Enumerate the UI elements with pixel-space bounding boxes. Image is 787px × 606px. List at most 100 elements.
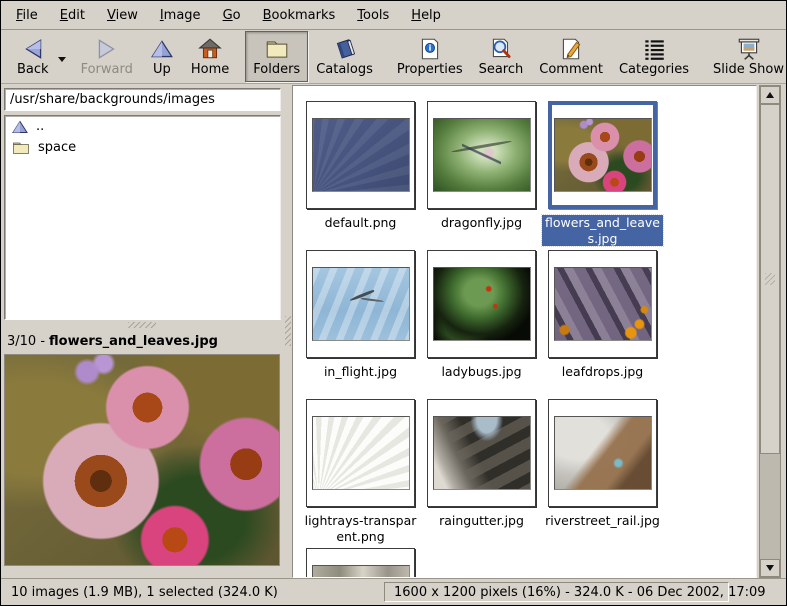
thumbnail-label: flowers_and_leaves.jpg — [542, 215, 663, 246]
thumbnail-item-selected[interactable]: flowers_and_leaves.jpg — [542, 99, 663, 240]
splitter-grip-icon — [128, 322, 156, 328]
menu-bookmarks[interactable]: Bookmarks — [252, 4, 347, 27]
folder-item-parent[interactable]: .. — [5, 116, 280, 137]
thumbnail-pane: default.png dragonfly.jpg flowers_and_le… — [292, 85, 757, 578]
back-button[interactable]: Back — [9, 31, 57, 82]
scrollbar-grip-icon — [765, 273, 775, 285]
document-info-icon — [417, 35, 443, 62]
search-icon — [488, 35, 514, 62]
vertical-splitter[interactable] — [283, 84, 292, 579]
comment-label: Comment — [539, 62, 603, 77]
properties-label: Properties — [397, 62, 463, 77]
menu-image[interactable]: Image — [149, 4, 212, 27]
thumbnail-image — [312, 416, 410, 490]
gthumb-window: File Edit View Image Go Bookmarks Tools … — [0, 0, 787, 606]
menu-tools[interactable]: Tools — [346, 4, 400, 27]
thumbnail-label: default.png — [325, 215, 397, 231]
projector-screen-icon — [736, 35, 762, 62]
statusbar-image-info-text: 1600 x 1200 pixels (16%) - 324.0 K - 06 … — [394, 585, 766, 600]
vertical-scrollbar[interactable] — [759, 85, 781, 578]
thumbnail-item[interactable]: riverstreet_rail.jpg — [542, 397, 663, 538]
thumbnail-item[interactable]: in_flight.jpg — [300, 248, 421, 389]
scroll-up-button[interactable] — [760, 86, 780, 104]
thumbnail-image — [554, 118, 652, 192]
categories-label: Categories — [619, 62, 689, 77]
folder-icon — [264, 35, 290, 62]
thumbnail-label: riverstreet_rail.jpg — [545, 513, 660, 529]
thumbnail-label: raingutter.jpg — [439, 513, 524, 529]
menu-go[interactable]: Go — [212, 4, 252, 27]
folder-list: .. space — [4, 115, 281, 320]
folders-button[interactable]: Folders — [245, 31, 308, 82]
scroll-down-button[interactable] — [760, 559, 780, 577]
back-arrow-icon — [20, 35, 46, 62]
chevron-down-icon — [57, 55, 67, 63]
up-label: Up — [153, 62, 171, 77]
scrollbar-thumb[interactable] — [760, 104, 780, 454]
thumbnail-item[interactable]: ladybugs.jpg — [421, 248, 542, 389]
up-button[interactable]: Up — [141, 31, 183, 82]
forward-label: Forward — [81, 62, 133, 77]
thumbnail-image — [312, 267, 410, 341]
catalogs-button[interactable]: Catalogs — [308, 31, 381, 82]
search-button[interactable]: Search — [471, 31, 532, 82]
statusbar-summary: 10 images (1.9 MB), 1 selected (324.0 K) — [1, 585, 384, 600]
thumbnail-item[interactable]: lightrays-transparent.png — [300, 397, 421, 538]
up-arrow-icon — [149, 35, 175, 62]
sidebar: .. space 3/10 - flowers_and_leaves.jpg — [1, 84, 283, 579]
thumbnail-image — [554, 267, 652, 341]
image-position-text: 3/10 - — [7, 334, 45, 349]
folder-item-label: .. — [36, 119, 44, 134]
book-icon — [332, 35, 358, 62]
thumbnail-item[interactable] — [300, 546, 421, 578]
arrow-up-icon — [765, 91, 775, 99]
folder-item-space[interactable]: space — [5, 137, 280, 158]
toolbar: Back Forward Up Home — [1, 30, 786, 84]
horizontal-splitter[interactable] — [1, 320, 283, 330]
menu-view[interactable]: View — [96, 4, 149, 27]
thumbnail-item[interactable]: dragonfly.jpg — [421, 99, 542, 240]
back-label: Back — [17, 62, 49, 77]
selected-filename: flowers_and_leaves.jpg — [49, 334, 218, 349]
menu-file[interactable]: File — [5, 4, 49, 27]
document-edit-icon — [558, 35, 584, 62]
thumbnail-image — [312, 565, 410, 578]
arrow-down-icon — [765, 564, 775, 572]
slide-show-label: Slide Show — [713, 62, 784, 77]
comment-button[interactable]: Comment — [531, 31, 611, 82]
thumbnail-item[interactable]: raingutter.jpg — [421, 397, 542, 538]
menu-help[interactable]: Help — [400, 4, 452, 27]
thumbnail-image — [433, 118, 531, 192]
thumbnail-grid: default.png dragonfly.jpg flowers_and_le… — [293, 86, 756, 578]
list-icon — [641, 35, 667, 62]
path-input[interactable] — [4, 88, 281, 111]
splitter-grip-icon — [285, 316, 291, 346]
forward-button[interactable]: Forward — [73, 31, 141, 82]
search-label: Search — [479, 62, 524, 77]
home-label: Home — [191, 62, 229, 77]
statusbar-image-info: 1600 x 1200 pixels (16%) - 324.0 K - 06 … — [384, 582, 729, 602]
thumbnail-label: in_flight.jpg — [324, 364, 397, 380]
thumbnail-item[interactable]: default.png — [300, 99, 421, 240]
thumbnail-item[interactable]: leafdrops.jpg — [542, 248, 663, 389]
categories-button[interactable]: Categories — [611, 31, 697, 82]
folders-label: Folders — [253, 62, 300, 77]
image-position-status: 3/10 - flowers_and_leaves.jpg — [7, 331, 281, 352]
properties-button[interactable]: Properties — [389, 31, 471, 82]
home-button[interactable]: Home — [183, 31, 237, 82]
catalogs-label: Catalogs — [316, 62, 373, 77]
thumbnail-label: leafdrops.jpg — [562, 364, 643, 380]
thumbnail-image — [433, 416, 531, 490]
slide-show-button[interactable]: Slide Show — [705, 31, 787, 82]
menu-edit[interactable]: Edit — [49, 4, 96, 27]
forward-arrow-icon — [94, 35, 120, 62]
image-preview — [4, 354, 280, 566]
thumbnail-label: dragonfly.jpg — [441, 215, 522, 231]
thumbnail-label: ladybugs.jpg — [441, 364, 521, 380]
thumbnail-image — [433, 267, 531, 341]
statusbar: 10 images (1.9 MB), 1 selected (324.0 K)… — [1, 578, 786, 605]
back-dropdown-button[interactable] — [57, 35, 67, 82]
up-triangle-icon — [12, 120, 28, 134]
thumbnail-label: lightrays-transparent.png — [301, 513, 420, 544]
home-icon — [197, 35, 223, 62]
